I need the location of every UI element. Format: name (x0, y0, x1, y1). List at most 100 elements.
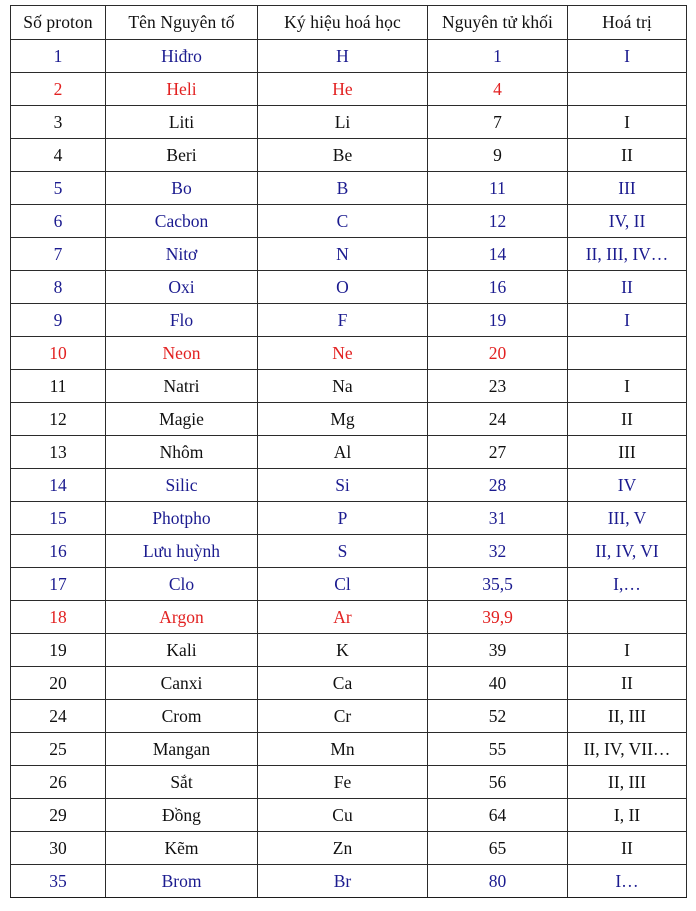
table-row: 29 Đồng Cu 64 I, II (10, 798, 687, 832)
cell-proton: 12 (10, 402, 106, 436)
cell-name: Cacbon (105, 204, 258, 238)
cell-valence: I (567, 105, 687, 139)
table-row: 30 Kẽm Zn 65 II (10, 831, 687, 865)
cell-valence: II (567, 402, 687, 436)
chemical-elements-table: Số proton Tên Nguyên tố Ký hiệu hoá học … (10, 5, 687, 898)
cell-mass: 16 (427, 270, 568, 304)
cell-name: Hiđro (105, 39, 258, 73)
cell-mass: 28 (427, 468, 568, 502)
table-row: 13 Nhôm Al 27 III (10, 435, 687, 469)
cell-symbol: Al (257, 435, 428, 469)
cell-proton: 11 (10, 369, 106, 403)
cell-proton: 13 (10, 435, 106, 469)
cell-mass: 11 (427, 171, 568, 205)
cell-mass: 39,9 (427, 600, 568, 634)
cell-name: Bo (105, 171, 258, 205)
cell-name: Oxi (105, 270, 258, 304)
cell-symbol: Br (257, 864, 428, 898)
table-row: 24 Crom Cr 52 II, III (10, 699, 687, 733)
cell-proton: 6 (10, 204, 106, 238)
table-row: 7 Nitơ N 14 II, III, IV… (10, 237, 687, 271)
cell-symbol: Cu (257, 798, 428, 832)
cell-proton: 9 (10, 303, 106, 337)
cell-proton: 35 (10, 864, 106, 898)
cell-mass: 14 (427, 237, 568, 271)
cell-valence: I (567, 369, 687, 403)
table-row: 3 Liti Li 7 I (10, 105, 687, 139)
cell-mass: 4 (427, 72, 568, 106)
cell-symbol: Be (257, 138, 428, 172)
cell-name: Crom (105, 699, 258, 733)
cell-name: Photpho (105, 501, 258, 535)
cell-mass: 39 (427, 633, 568, 667)
cell-mass: 55 (427, 732, 568, 766)
cell-symbol: C (257, 204, 428, 238)
cell-mass: 19 (427, 303, 568, 337)
cell-name: Kali (105, 633, 258, 667)
cell-name: Natri (105, 369, 258, 403)
table-row: 20 Canxi Ca 40 II (10, 666, 687, 700)
cell-symbol: Si (257, 468, 428, 502)
cell-name: Sắt (105, 765, 258, 799)
cell-proton: 20 (10, 666, 106, 700)
cell-valence: I (567, 303, 687, 337)
cell-name: Magie (105, 402, 258, 436)
cell-name: Mangan (105, 732, 258, 766)
cell-symbol: O (257, 270, 428, 304)
table-row: 14 Silic Si 28 IV (10, 468, 687, 502)
cell-mass: 1 (427, 39, 568, 73)
cell-symbol: Fe (257, 765, 428, 799)
cell-valence: I,… (567, 567, 687, 601)
cell-name: Beri (105, 138, 258, 172)
column-header-name: Tên Nguyên tố (105, 5, 258, 40)
cell-name: Lưu huỳnh (105, 534, 258, 568)
cell-valence: II, IV, VI (567, 534, 687, 568)
cell-proton: 10 (10, 336, 106, 370)
cell-mass: 35,5 (427, 567, 568, 601)
cell-symbol: H (257, 39, 428, 73)
cell-mass: 23 (427, 369, 568, 403)
table-row: 26 Sắt Fe 56 II, III (10, 765, 687, 799)
table-row: 4 Beri Be 9 II (10, 138, 687, 172)
cell-symbol: F (257, 303, 428, 337)
cell-mass: 65 (427, 831, 568, 865)
table-row: 25 Mangan Mn 55 II, IV, VII… (10, 732, 687, 766)
cell-proton: 30 (10, 831, 106, 865)
table-row: 19 Kali K 39 I (10, 633, 687, 667)
cell-symbol: N (257, 237, 428, 271)
column-header-symbol: Ký hiệu hoá học (257, 5, 428, 40)
cell-proton: 5 (10, 171, 106, 205)
cell-valence: I (567, 39, 687, 73)
cell-valence: III (567, 171, 687, 205)
column-header-valence: Hoá trị (567, 5, 687, 40)
cell-mass: 80 (427, 864, 568, 898)
cell-mass: 20 (427, 336, 568, 370)
table-header: Số proton Tên Nguyên tố Ký hiệu hoá học … (10, 5, 687, 40)
cell-proton: 18 (10, 600, 106, 634)
cell-proton: 3 (10, 105, 106, 139)
cell-mass: 52 (427, 699, 568, 733)
table-row: 15 Photpho P 31 III, V (10, 501, 687, 535)
cell-name: Clo (105, 567, 258, 601)
cell-name: Liti (105, 105, 258, 139)
table-body: 1 Hiđro H 1 I 2 Heli He 4 3 Liti Li 7 I 4 Beri Be 9 II 5 Bo B… (10, 39, 687, 898)
cell-mass: 64 (427, 798, 568, 832)
cell-valence: II, IV, VII… (567, 732, 687, 766)
cell-valence: II (567, 270, 687, 304)
column-header-proton: Số proton (10, 5, 106, 40)
cell-valence: II (567, 666, 687, 700)
cell-symbol: Mg (257, 402, 428, 436)
cell-valence: II, III (567, 699, 687, 733)
cell-name: Kẽm (105, 831, 258, 865)
table-row: 8 Oxi O 16 II (10, 270, 687, 304)
cell-symbol: S (257, 534, 428, 568)
page-root: Số proton Tên Nguyên tố Ký hiệu hoá học … (0, 0, 696, 911)
cell-proton: 8 (10, 270, 106, 304)
cell-symbol: Ca (257, 666, 428, 700)
cell-mass: 31 (427, 501, 568, 535)
cell-name: Silic (105, 468, 258, 502)
cell-symbol: B (257, 171, 428, 205)
cell-name: Heli (105, 72, 258, 106)
table-row: 5 Bo B 11 III (10, 171, 687, 205)
cell-proton: 7 (10, 237, 106, 271)
